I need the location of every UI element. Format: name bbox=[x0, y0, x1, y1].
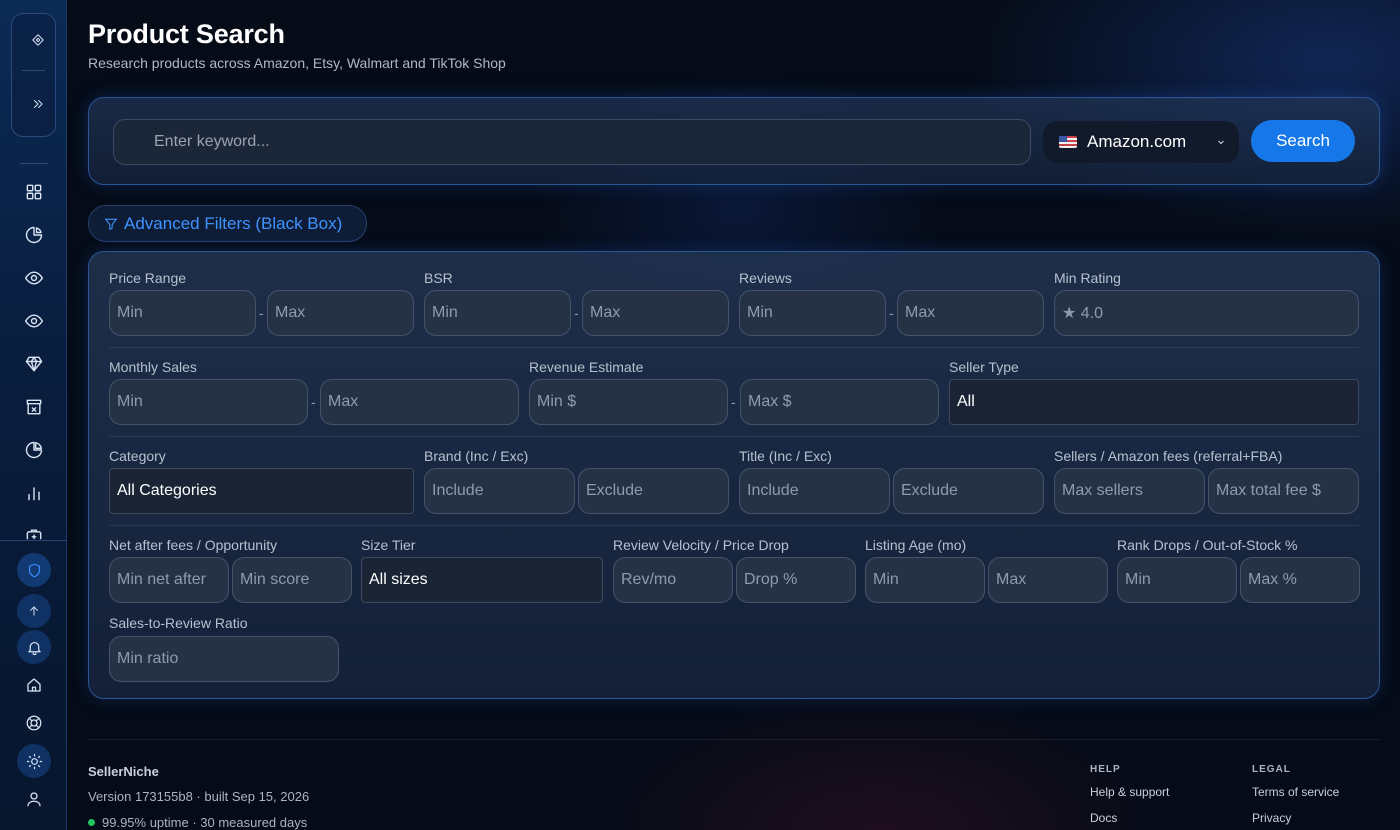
seller-type-label: Seller Type bbox=[949, 359, 1019, 375]
docs-link[interactable]: Docs bbox=[1090, 811, 1117, 825]
listing-age-max-input[interactable]: Max bbox=[988, 557, 1108, 603]
store-icon[interactable] bbox=[17, 390, 51, 424]
monthly-sales-min-input[interactable]: Min bbox=[109, 379, 308, 425]
footer-legal-heading: LEGAL bbox=[1252, 764, 1291, 775]
chevron-down-icon bbox=[1215, 135, 1227, 147]
dashboard-grid-icon[interactable] bbox=[17, 175, 51, 209]
advanced-filters-toggle[interactable]: Advanced Filters (Black Box) bbox=[88, 205, 367, 242]
min-net-after-input[interactable]: Min net after bbox=[109, 557, 229, 603]
divider bbox=[109, 436, 1359, 437]
help-support-link[interactable]: Help & support bbox=[1090, 785, 1169, 799]
terms-link[interactable]: Terms of service bbox=[1252, 785, 1339, 799]
category-select[interactable]: All Categories bbox=[109, 468, 414, 514]
analytics-pie-icon[interactable] bbox=[17, 433, 51, 467]
search-button[interactable]: Search bbox=[1251, 120, 1355, 162]
revenue-max-input[interactable]: Max $ bbox=[740, 379, 939, 425]
reviews-max-input[interactable]: Max bbox=[897, 290, 1044, 336]
reviews-min-input[interactable]: Min bbox=[739, 290, 886, 336]
monthly-sales-max-input[interactable]: Max bbox=[320, 379, 519, 425]
home-icon[interactable] bbox=[17, 668, 51, 702]
category-label: Category bbox=[109, 448, 166, 464]
sidebar bbox=[0, 0, 67, 830]
marketplace-label: Amazon.com bbox=[1087, 132, 1187, 151]
listing-age-label: Listing Age (mo) bbox=[865, 537, 967, 553]
price-range-label: Price Range bbox=[109, 270, 187, 286]
status-dot-icon bbox=[88, 819, 95, 826]
revenue-min-input[interactable]: Min $ bbox=[529, 379, 728, 425]
bsr-min-input[interactable]: Min bbox=[424, 290, 571, 336]
gem-icon[interactable] bbox=[17, 347, 51, 381]
shield-icon[interactable] bbox=[17, 553, 51, 587]
eye-icon[interactable] bbox=[17, 261, 51, 295]
search-card: Amazon.com Search bbox=[88, 97, 1380, 185]
footer-help-heading: HELP bbox=[1090, 764, 1121, 775]
sellers-fees-label: Sellers / Amazon fees (referral+FBA) bbox=[1054, 448, 1283, 464]
divider bbox=[20, 163, 48, 164]
divider bbox=[109, 525, 1359, 526]
brand-include-input[interactable]: Include bbox=[424, 468, 575, 514]
divider bbox=[109, 347, 1359, 348]
min-ratio-input[interactable]: Min ratio bbox=[109, 636, 339, 682]
footer-divider bbox=[88, 739, 1380, 740]
eye-icon[interactable] bbox=[17, 304, 51, 338]
expand-icon[interactable] bbox=[21, 87, 55, 121]
arrow-up-icon[interactable] bbox=[17, 594, 51, 628]
user-icon[interactable] bbox=[17, 782, 51, 816]
listing-age-min-input[interactable]: Min bbox=[865, 557, 985, 603]
velocity-drop-label: Review Velocity / Price Drop bbox=[613, 537, 789, 553]
rank-drops-min-input[interactable]: Min bbox=[1117, 557, 1237, 603]
size-tier-label: Size Tier bbox=[361, 537, 416, 553]
bsr-max-input[interactable]: Max bbox=[582, 290, 729, 336]
seller-type-select[interactable]: All bbox=[949, 379, 1359, 425]
net-opportunity-label: Net after fees / Opportunity bbox=[109, 537, 278, 553]
sun-icon[interactable] bbox=[17, 744, 51, 778]
divider bbox=[22, 70, 45, 71]
monthly-sales-label: Monthly Sales bbox=[109, 359, 197, 375]
pie-chart-icon[interactable] bbox=[17, 218, 51, 252]
max-sellers-input[interactable]: Max sellers bbox=[1054, 468, 1205, 514]
briefcase-icon[interactable] bbox=[17, 519, 51, 540]
diamond-logo-icon[interactable] bbox=[21, 23, 55, 57]
min-score-input[interactable]: Min score bbox=[232, 557, 352, 603]
bar-chart-icon[interactable] bbox=[17, 476, 51, 510]
divider bbox=[0, 540, 66, 541]
title-exclude-input[interactable]: Exclude bbox=[893, 468, 1044, 514]
min-rating-label: Min Rating bbox=[1054, 270, 1121, 286]
bell-icon[interactable] bbox=[17, 630, 51, 664]
us-flag-icon bbox=[1059, 136, 1077, 148]
bsr-label: BSR bbox=[424, 270, 453, 286]
brand-exclude-input[interactable]: Exclude bbox=[578, 468, 729, 514]
marketplace-select[interactable]: Amazon.com bbox=[1043, 121, 1239, 163]
reviews-label: Reviews bbox=[739, 270, 792, 286]
keyword-search-input[interactable] bbox=[113, 119, 1031, 165]
filter-icon bbox=[104, 218, 118, 230]
page-title: Product Search bbox=[88, 19, 285, 49]
uptime-text: 99.95% uptime · 30 measured days bbox=[102, 815, 308, 830]
footer-brand: SellerNiche bbox=[88, 764, 159, 779]
out-of-stock-max-input[interactable]: Max % bbox=[1240, 557, 1360, 603]
price-drop-input[interactable]: Drop % bbox=[736, 557, 856, 603]
title-filter-label: Title (Inc / Exc) bbox=[739, 448, 832, 464]
privacy-link[interactable]: Privacy bbox=[1252, 811, 1291, 825]
rank-oos-label: Rank Drops / Out-of-Stock % bbox=[1117, 537, 1298, 553]
revenue-estimate-label: Revenue Estimate bbox=[529, 359, 644, 375]
footer-uptime: 99.95% uptime · 30 measured days bbox=[88, 815, 307, 830]
sales-review-ratio-label: Sales-to-Review Ratio bbox=[109, 615, 248, 631]
lifebuoy-icon[interactable] bbox=[17, 706, 51, 740]
page-subtitle: Research products across Amazon, Etsy, W… bbox=[88, 55, 506, 71]
review-velocity-input[interactable]: Rev/mo bbox=[613, 557, 733, 603]
advanced-filters-label: Advanced Filters (Black Box) bbox=[124, 213, 343, 233]
footer-version: Version 173155b8 · built Sep 15, 2026 bbox=[88, 789, 310, 804]
size-tier-select[interactable]: All sizes bbox=[361, 557, 603, 603]
title-include-input[interactable]: Include bbox=[739, 468, 890, 514]
filters-panel: Price Range Min - Max BSR Min - Max Revi… bbox=[88, 251, 1380, 699]
price-min-input[interactable]: Min bbox=[109, 290, 256, 336]
price-max-input[interactable]: Max bbox=[267, 290, 414, 336]
max-total-fee-input[interactable]: Max total fee $ bbox=[1208, 468, 1359, 514]
min-rating-input[interactable]: ★ 4.0 bbox=[1054, 290, 1359, 336]
brand-label: Brand (Inc / Exc) bbox=[424, 448, 529, 464]
